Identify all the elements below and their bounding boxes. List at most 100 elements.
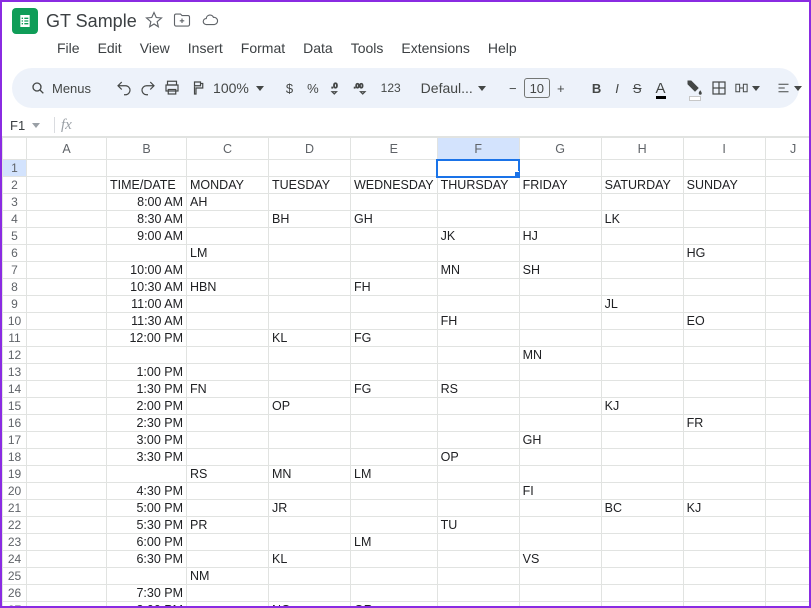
cell-A2[interactable] (27, 177, 107, 194)
row-header-23[interactable]: 23 (3, 534, 27, 551)
cell-D17[interactable] (269, 432, 351, 449)
cell-H5[interactable] (601, 228, 683, 245)
cell-A6[interactable] (27, 245, 107, 262)
row-header-4[interactable]: 4 (3, 211, 27, 228)
format-currency-button[interactable]: $ (282, 75, 297, 101)
cell-E27[interactable]: OR (351, 602, 438, 608)
cell-B13[interactable]: 1:00 PM (107, 364, 187, 381)
cell-D8[interactable] (269, 279, 351, 296)
cell-D13[interactable] (269, 364, 351, 381)
cell-F20[interactable] (437, 483, 519, 500)
cell-E13[interactable] (351, 364, 438, 381)
cell-A12[interactable] (27, 347, 107, 364)
cell-J24[interactable] (765, 551, 809, 568)
cell-H10[interactable] (601, 313, 683, 330)
cell-C2[interactable]: MONDAY (187, 177, 269, 194)
cell-F12[interactable] (437, 347, 519, 364)
cell-A7[interactable] (27, 262, 107, 279)
cell-I8[interactable] (683, 279, 765, 296)
cell-H20[interactable] (601, 483, 683, 500)
cell-B1[interactable] (107, 160, 187, 177)
cell-D6[interactable] (269, 245, 351, 262)
select-all-corner[interactable] (3, 138, 27, 160)
cell-E11[interactable]: FG (351, 330, 438, 347)
cell-J13[interactable] (765, 364, 809, 381)
cell-D11[interactable]: KL (269, 330, 351, 347)
paint-format-button[interactable] (187, 75, 205, 101)
cell-B18[interactable]: 3:30 PM (107, 449, 187, 466)
cell-G4[interactable] (519, 211, 601, 228)
cell-H13[interactable] (601, 364, 683, 381)
cell-B4[interactable]: 8:30 AM (107, 211, 187, 228)
cell-D14[interactable] (269, 381, 351, 398)
cell-C22[interactable]: PR (187, 517, 269, 534)
cell-C17[interactable] (187, 432, 269, 449)
row-header-19[interactable]: 19 (3, 466, 27, 483)
cell-E25[interactable] (351, 568, 438, 585)
cell-D27[interactable]: NO (269, 602, 351, 608)
row-header-7[interactable]: 7 (3, 262, 27, 279)
cell-D2[interactable]: TUESDAY (269, 177, 351, 194)
cell-D19[interactable]: MN (269, 466, 351, 483)
row-header-27[interactable]: 27 (3, 602, 27, 608)
cell-D15[interactable]: OP (269, 398, 351, 415)
doc-title[interactable]: GT Sample (46, 11, 137, 32)
cell-A23[interactable] (27, 534, 107, 551)
cell-C12[interactable] (187, 347, 269, 364)
menu-help[interactable]: Help (481, 36, 524, 60)
cell-C8[interactable]: HBN (187, 279, 269, 296)
cell-G26[interactable] (519, 585, 601, 602)
cell-H21[interactable]: BC (601, 500, 683, 517)
cell-D18[interactable] (269, 449, 351, 466)
cell-J26[interactable] (765, 585, 809, 602)
cell-I23[interactable] (683, 534, 765, 551)
menu-insert[interactable]: Insert (181, 36, 230, 60)
cell-D10[interactable] (269, 313, 351, 330)
cell-B2[interactable]: TIME/DATE (107, 177, 187, 194)
cell-C20[interactable] (187, 483, 269, 500)
cell-G5[interactable]: HJ (519, 228, 601, 245)
cell-A22[interactable] (27, 517, 107, 534)
cell-G7[interactable]: SH (519, 262, 601, 279)
cell-F17[interactable] (437, 432, 519, 449)
cell-C10[interactable] (187, 313, 269, 330)
cell-J1[interactable] (765, 160, 809, 177)
cell-C4[interactable] (187, 211, 269, 228)
cell-I4[interactable] (683, 211, 765, 228)
cell-A15[interactable] (27, 398, 107, 415)
cell-J7[interactable] (765, 262, 809, 279)
bold-button[interactable]: B (588, 75, 605, 101)
cloud-icon[interactable] (201, 11, 219, 32)
fill-color-button[interactable] (686, 75, 704, 101)
cell-G25[interactable] (519, 568, 601, 585)
row-header-26[interactable]: 26 (3, 585, 27, 602)
cell-H17[interactable] (601, 432, 683, 449)
cell-C5[interactable] (187, 228, 269, 245)
cell-G2[interactable]: FRIDAY (519, 177, 601, 194)
cell-I1[interactable] (683, 160, 765, 177)
row-header-21[interactable]: 21 (3, 500, 27, 517)
cell-B14[interactable]: 1:30 PM (107, 381, 187, 398)
cell-D24[interactable]: KL (269, 551, 351, 568)
cell-E19[interactable]: LM (351, 466, 438, 483)
row-header-8[interactable]: 8 (3, 279, 27, 296)
cell-A14[interactable] (27, 381, 107, 398)
cell-F4[interactable] (437, 211, 519, 228)
cell-B9[interactable]: 11:00 AM (107, 296, 187, 313)
cell-J14[interactable] (765, 381, 809, 398)
cell-F16[interactable] (437, 415, 519, 432)
cell-B23[interactable]: 6:00 PM (107, 534, 187, 551)
cell-B25[interactable] (107, 568, 187, 585)
cell-F24[interactable] (437, 551, 519, 568)
borders-button[interactable] (710, 75, 728, 101)
cell-H19[interactable] (601, 466, 683, 483)
cell-B16[interactable]: 2:30 PM (107, 415, 187, 432)
cell-J25[interactable] (765, 568, 809, 585)
cell-D12[interactable] (269, 347, 351, 364)
cell-J10[interactable] (765, 313, 809, 330)
menu-extensions[interactable]: Extensions (394, 36, 476, 60)
cell-H7[interactable] (601, 262, 683, 279)
col-header-G[interactable]: G (519, 138, 601, 160)
cell-H12[interactable] (601, 347, 683, 364)
cell-F18[interactable]: OP (437, 449, 519, 466)
